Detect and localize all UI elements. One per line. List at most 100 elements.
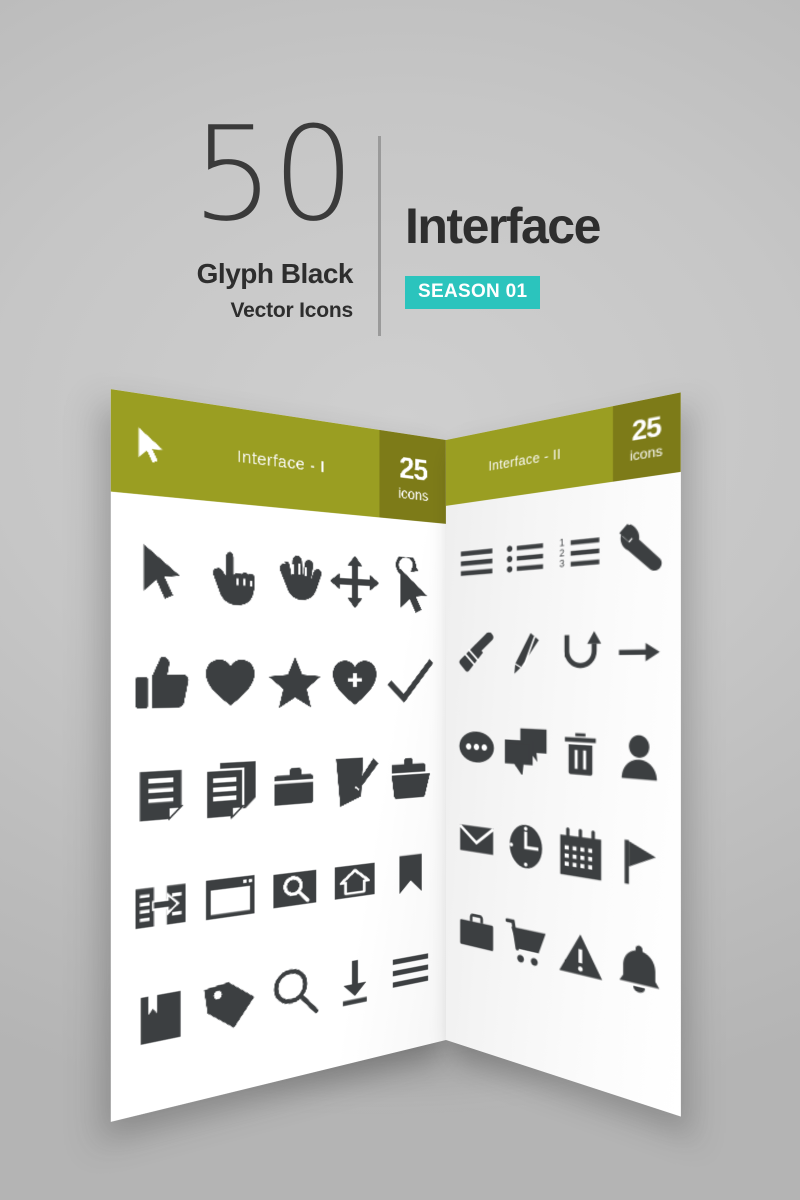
icon-cell[interactable]	[263, 936, 325, 1051]
icon-cell[interactable]	[326, 631, 384, 732]
icon-cell[interactable]	[552, 601, 609, 704]
checkmark-icon	[386, 654, 434, 708]
panel-1-count-label: icons	[398, 483, 429, 504]
icon-cell[interactable]	[453, 513, 501, 610]
panel-1-icon-grid	[111, 492, 446, 1105]
icon-cell[interactable]	[552, 703, 609, 807]
briefcase-icon	[459, 906, 493, 952]
icon-cell[interactable]	[326, 926, 384, 1037]
panel-2-count-label: icons	[629, 442, 663, 465]
panel-1-count-number: 25	[399, 450, 428, 488]
icon-cell[interactable]	[196, 946, 263, 1066]
icon-cell[interactable]	[501, 796, 553, 900]
more-options-icon	[459, 730, 494, 764]
chat-bubbles-icon	[503, 728, 547, 777]
pointing-hand-icon	[212, 550, 255, 606]
cursor-arrow-icon	[138, 427, 163, 464]
icon-cell[interactable]	[196, 628, 263, 737]
icon-cell[interactable]	[263, 630, 325, 735]
icon-cell[interactable]	[383, 917, 437, 1024]
warning-icon	[559, 930, 602, 981]
panel-2-title: Interface - II	[488, 444, 562, 474]
menu-lines-icon	[392, 953, 429, 988]
icon-cell[interactable]	[609, 807, 671, 921]
icon-cell[interactable]	[609, 910, 671, 1029]
icon-cell[interactable]	[609, 704, 671, 813]
icon-cell[interactable]: 123	[552, 498, 609, 604]
bookmarked-book-icon	[141, 990, 181, 1046]
panel-interface-1: Interface - I 25 icons	[110, 389, 446, 1122]
list-lines-icon	[460, 548, 493, 576]
icon-cell[interactable]	[501, 506, 553, 607]
svg-text:3: 3	[559, 559, 565, 570]
panel-2-count-badge: 25 icons	[612, 392, 681, 482]
shopping-cart-icon	[503, 915, 546, 967]
thumbs-up-icon	[135, 656, 189, 709]
icon-cell[interactable]	[453, 791, 501, 890]
svg-text:2: 2	[559, 548, 565, 559]
icon-cell[interactable]	[453, 607, 501, 701]
icon-cell[interactable]	[263, 834, 325, 946]
copy-documents-icon	[201, 761, 256, 822]
icon-cell[interactable]	[501, 701, 553, 801]
panel-2-icon-grid: 123	[446, 472, 681, 1049]
icon-cell[interactable]	[124, 957, 197, 1083]
icon-cell[interactable]	[383, 633, 437, 731]
panel-1-title: Interface - I	[236, 446, 326, 477]
arrow-right-icon	[619, 642, 661, 662]
flag-icon	[624, 839, 657, 885]
icon-cell[interactable]	[383, 728, 437, 828]
edit-document-icon	[336, 757, 379, 808]
icon-cell[interactable]	[124, 847, 197, 968]
icon-cell[interactable]	[326, 730, 384, 834]
icon-cell[interactable]	[326, 530, 384, 633]
file-transfer-icon	[127, 883, 195, 929]
panel-interface-2: Interface - II 25 icons 123	[446, 392, 681, 1117]
bullet-list-icon	[507, 543, 544, 573]
trash-icon	[565, 733, 596, 776]
refresh-arrow-icon	[556, 627, 605, 679]
grab-hand-icon	[279, 554, 322, 601]
icon-cell[interactable]	[501, 604, 553, 702]
icon-cell[interactable]	[196, 735, 263, 847]
icon-cell[interactable]	[552, 801, 609, 910]
move-arrows-icon	[329, 553, 380, 610]
search-box-icon	[273, 860, 317, 918]
cursor-arrow-icon	[143, 544, 181, 600]
magnifier-icon	[268, 959, 322, 1027]
icon-cell[interactable]	[263, 733, 325, 841]
home-button-icon	[334, 862, 375, 900]
panel-1-count-badge: 25 icons	[379, 429, 446, 524]
heart-plus-icon	[332, 660, 377, 706]
clock-icon	[509, 822, 548, 871]
panel-2-count-number: 25	[631, 410, 661, 448]
download-icon	[342, 957, 367, 1007]
icon-cell[interactable]	[383, 535, 437, 634]
user-icon	[621, 734, 658, 781]
icon-cell[interactable]	[453, 881, 501, 984]
icon-cell[interactable]	[609, 598, 671, 706]
icon-cell[interactable]	[383, 823, 437, 926]
icon-cell[interactable]	[124, 626, 197, 740]
icon-cell[interactable]	[196, 519, 263, 630]
icon-card-stage: Interface - I 25 icons Interface - II 25…	[0, 0, 800, 1200]
icon-cell[interactable]	[196, 840, 263, 956]
icon-cell[interactable]	[501, 890, 553, 998]
icon-cell[interactable]	[326, 828, 384, 935]
numbered-list-icon: 123	[559, 537, 600, 570]
icon-cell[interactable]	[609, 490, 671, 601]
click-cursor-icon	[385, 556, 428, 614]
tag-icon	[204, 975, 258, 1036]
icon-cell[interactable]	[263, 524, 325, 631]
star-icon	[268, 656, 321, 709]
document-icon	[132, 769, 190, 828]
wrench-icon	[613, 516, 663, 574]
heart-icon	[206, 659, 255, 706]
icon-cell[interactable]	[453, 700, 501, 796]
icon-cell[interactable]	[552, 900, 609, 1013]
calendar-icon	[560, 826, 601, 881]
icon-cell[interactable]	[124, 512, 197, 628]
envelope-icon	[455, 815, 498, 855]
icon-cell[interactable]	[124, 738, 197, 855]
browser-window-icon	[205, 874, 255, 921]
